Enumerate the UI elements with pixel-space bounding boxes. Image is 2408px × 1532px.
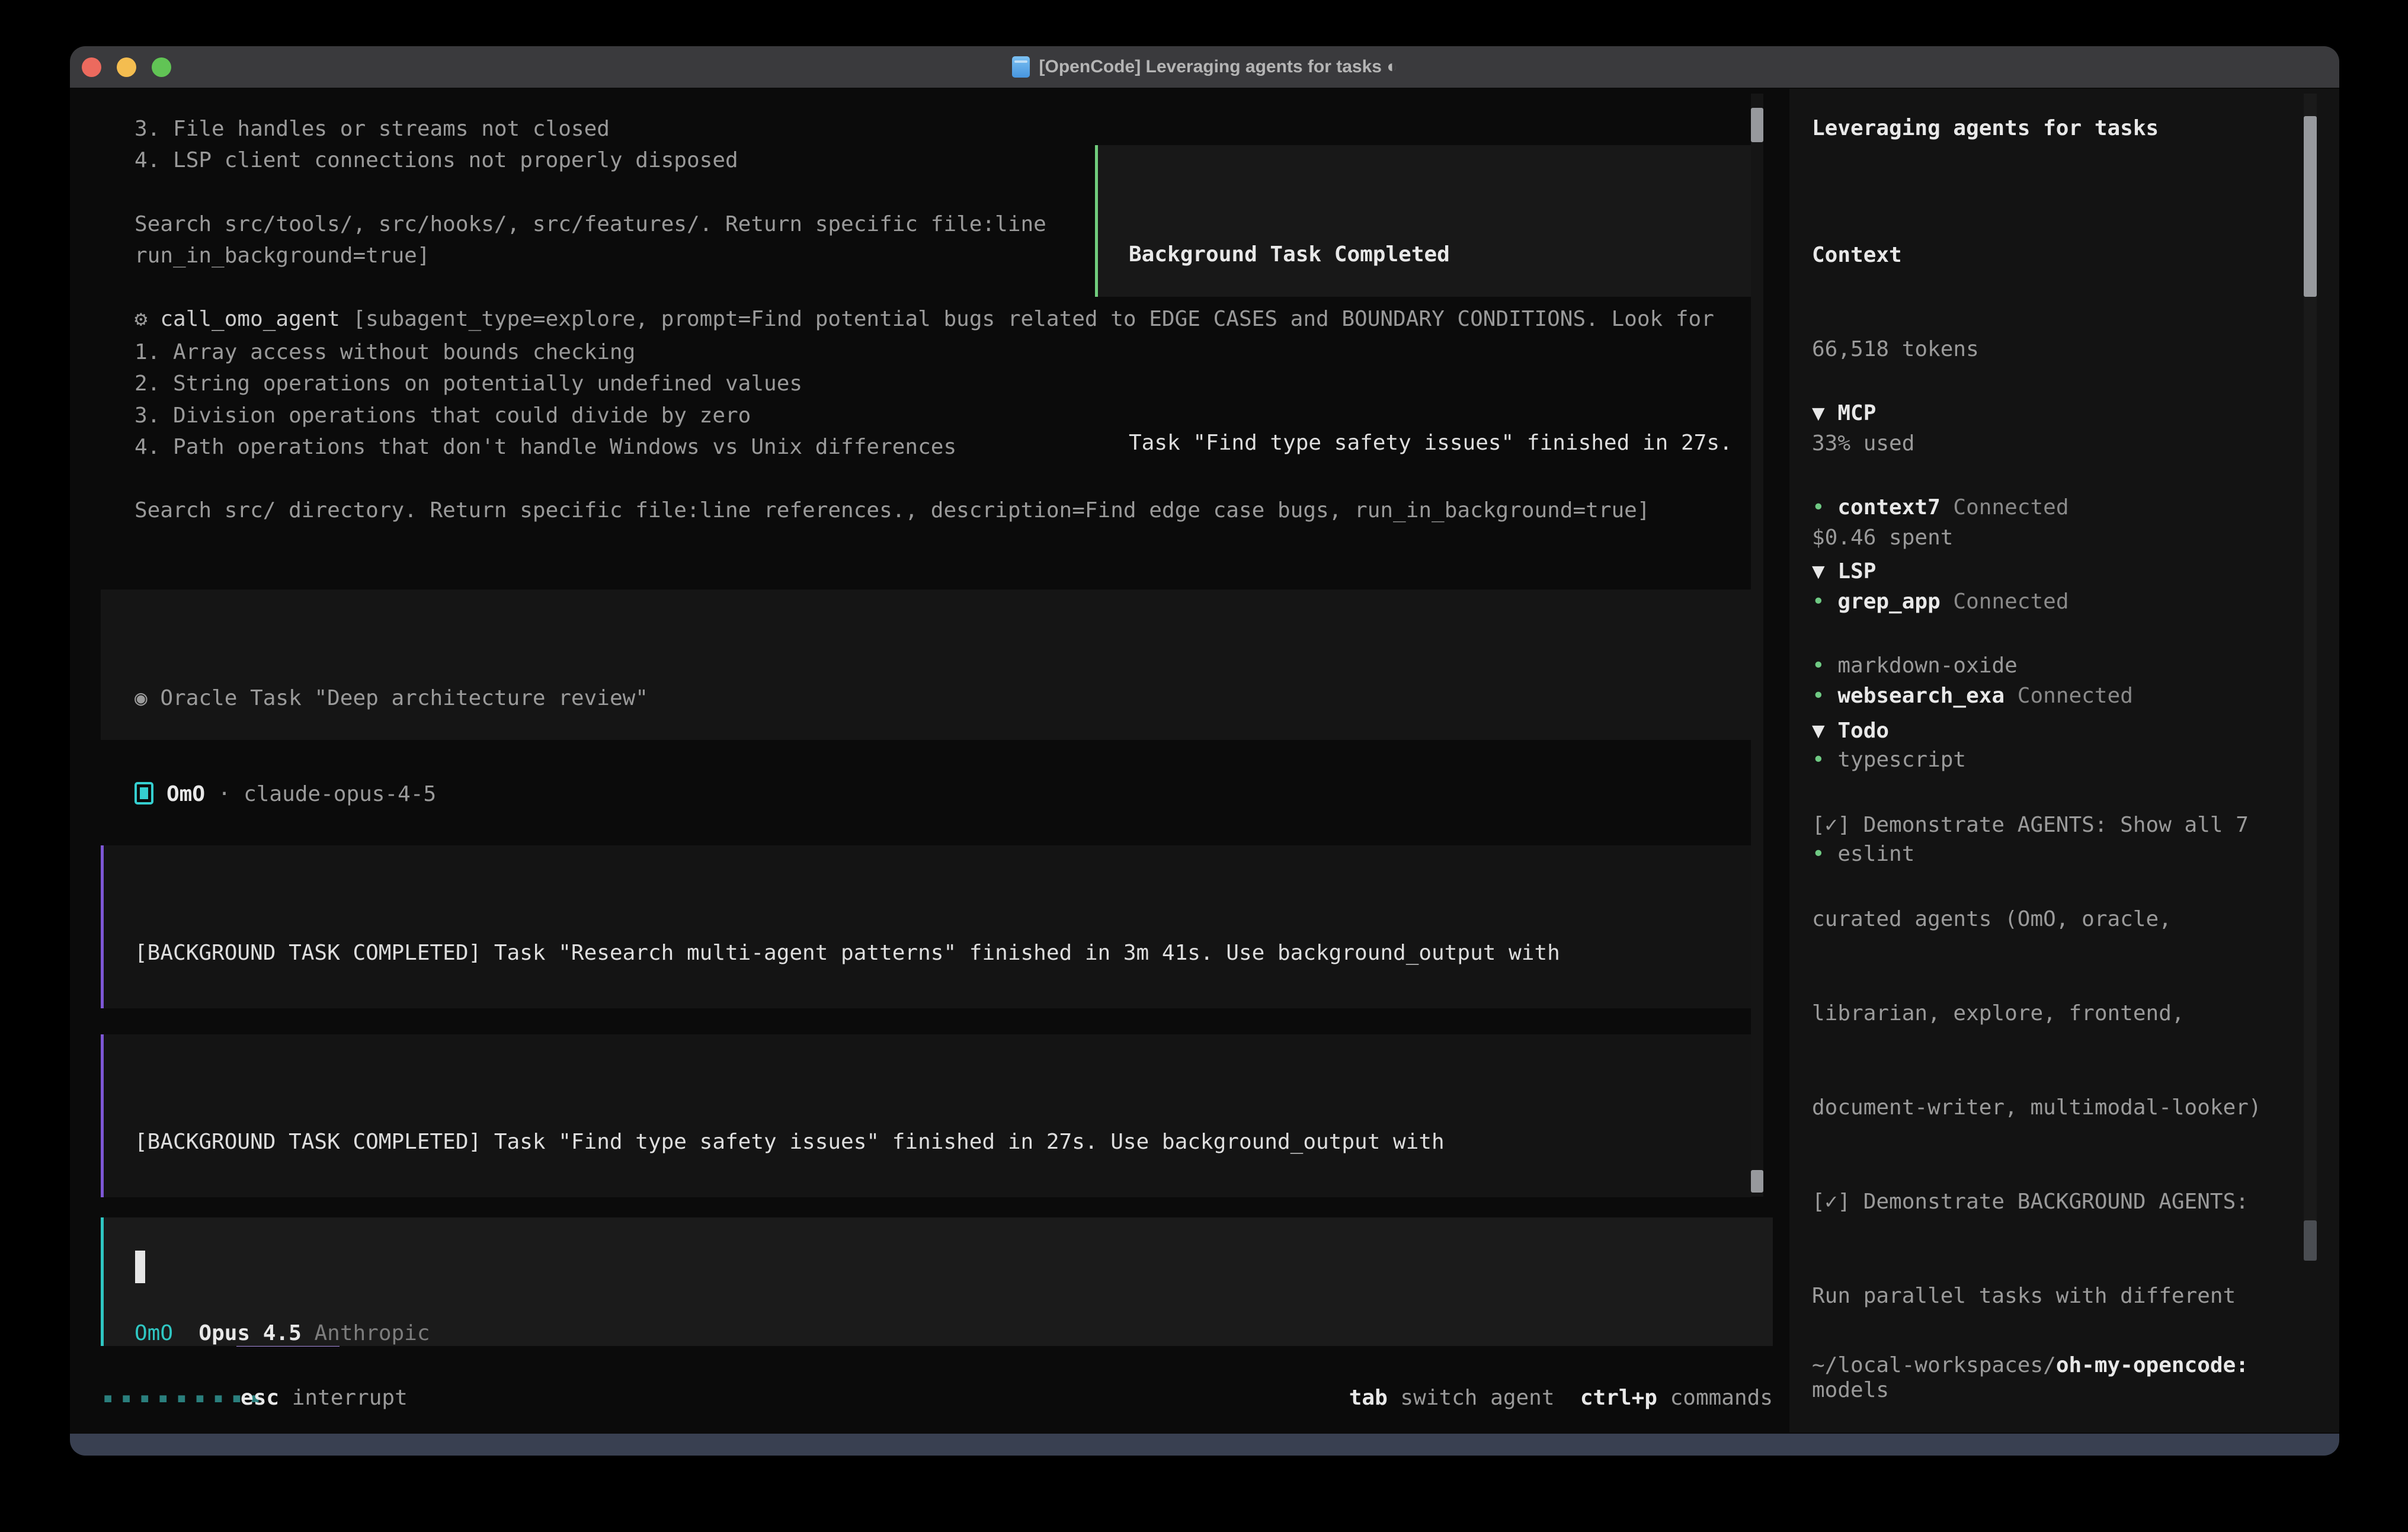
esc-key-label: esc bbox=[241, 1386, 279, 1410]
tool-arg-item: 2. String operations on potentially unde… bbox=[135, 368, 802, 399]
tool-name: call_omo_agent bbox=[160, 307, 340, 331]
scrollback-line: run_in_background=true] bbox=[135, 240, 430, 271]
message-text: [BACKGROUND TASK COMPLETED] Task "Resear… bbox=[135, 937, 1728, 969]
todo-heading[interactable]: ▼ Todo bbox=[1812, 715, 2287, 746]
maximize-button[interactable] bbox=[152, 57, 171, 77]
gear-icon: ⚙ bbox=[135, 307, 160, 331]
notification-title: Background Task Completed bbox=[1129, 239, 1757, 270]
titlebar[interactable]: [OpenCode] Leveraging agents for tasks ◐ bbox=[70, 46, 2339, 88]
message-text: [BACKGROUND TASK COMPLETED] Task "Find t… bbox=[135, 1126, 1728, 1158]
todo-item-done: [✓] Demonstrate BACKGROUND AGENTS: bbox=[1812, 1186, 2287, 1217]
message-block[interactable]: [BACKGROUND TASK COMPLETED] Task "Resear… bbox=[101, 845, 1751, 1008]
input-provider-label: Anthropic bbox=[314, 1321, 430, 1345]
sidebar-scrollbar-thumb[interactable] bbox=[2304, 116, 2317, 297]
app-window: [OpenCode] Leveraging agents for tasks ◐… bbox=[70, 46, 2339, 1456]
agent-model: claude-opus-4-5 bbox=[244, 782, 436, 806]
traffic-lights bbox=[82, 46, 171, 88]
chat-scrollbar-thumb[interactable] bbox=[1751, 108, 1763, 142]
record-icon: ◉ bbox=[135, 686, 160, 710]
context-heading: Context bbox=[1812, 239, 1979, 271]
window-title: [OpenCode] Leveraging agents for tasks ◐ bbox=[1039, 57, 1398, 77]
oracle-task-box[interactable]: ◉ Oracle Task "Deep architecture review"… bbox=[101, 589, 1751, 740]
document-icon bbox=[1012, 56, 1030, 78]
input-model-line: OmO Opus 4.5 Anthropic bbox=[135, 1318, 430, 1349]
agent-avatar-icon bbox=[135, 782, 153, 805]
scrollback-line: 3. File handles or streams not closed bbox=[135, 113, 610, 145]
input-model-label[interactable]: Opus 4.5 bbox=[198, 1321, 301, 1345]
keybind-hints: tab switch agent ctrl+p commands bbox=[1349, 1382, 1773, 1414]
session-title: Leveraging agents for tasks bbox=[1812, 113, 2159, 144]
notification-toast[interactable]: Background Task Completed Task "Find typ… bbox=[1095, 145, 1760, 297]
ctrlp-key-label: ctrl+p bbox=[1580, 1386, 1657, 1410]
agent-header: OmO · claude-opus-4-5 bbox=[135, 778, 436, 810]
prompt-input[interactable]: OmO Opus 4.5 Anthropic bbox=[101, 1217, 1773, 1346]
terminal-content: 3. File handles or streams not closed 4.… bbox=[70, 88, 2339, 1434]
tool-arg-item: 3. Division operations that could divide… bbox=[135, 400, 751, 431]
message-block[interactable]: [BACKGROUND TASK COMPLETED] Task "Find t… bbox=[101, 1034, 1751, 1197]
todo-item-done: [✓] Demonstrate AGENTS: Show all 7 bbox=[1812, 809, 2287, 841]
oracle-task-title: ◉ Oracle Task "Deep architecture review" bbox=[135, 682, 1728, 714]
chat-scrollbar-track[interactable] bbox=[1751, 94, 1763, 1197]
input-agent-label: OmO bbox=[135, 1321, 173, 1345]
minimize-button[interactable] bbox=[117, 57, 136, 77]
lsp-heading[interactable]: ▼ LSP bbox=[1812, 556, 2018, 587]
close-button[interactable] bbox=[82, 57, 101, 77]
scrollback-line: Search src/tools/, src/hooks/, src/featu… bbox=[135, 209, 1046, 240]
mcp-heading[interactable]: ▼ MCP bbox=[1812, 398, 2133, 429]
scrollback-line: 4. LSP client connections not properly d… bbox=[135, 145, 738, 176]
tool-arg-item: 1. Array access without bounds checking bbox=[135, 336, 635, 368]
interrupt-hint: esc interrupt bbox=[241, 1382, 408, 1414]
tab-key-label: tab bbox=[1349, 1386, 1388, 1410]
agent-name: OmO bbox=[166, 782, 205, 806]
sidebar: Leveraging agents for tasks Context 66,5… bbox=[1789, 89, 2339, 1432]
title-center: [OpenCode] Leveraging agents for tasks ◐ bbox=[1012, 56, 1398, 78]
agent-separator: · bbox=[205, 782, 244, 806]
workspace-path: ~/local-workspaces/oh-my-opencode: bbox=[1812, 1350, 2249, 1381]
text-cursor bbox=[135, 1251, 145, 1283]
sidebar-scrollbar-mark[interactable] bbox=[2304, 1220, 2317, 1261]
notification-body: Task "Find type safety issues" finished … bbox=[1129, 427, 1757, 459]
window-bottom-bar bbox=[70, 1434, 2339, 1456]
chat-scrollbar-mark[interactable] bbox=[1751, 1170, 1763, 1193]
tool-arg-item: 4. Path operations that don't handle Win… bbox=[135, 431, 956, 463]
